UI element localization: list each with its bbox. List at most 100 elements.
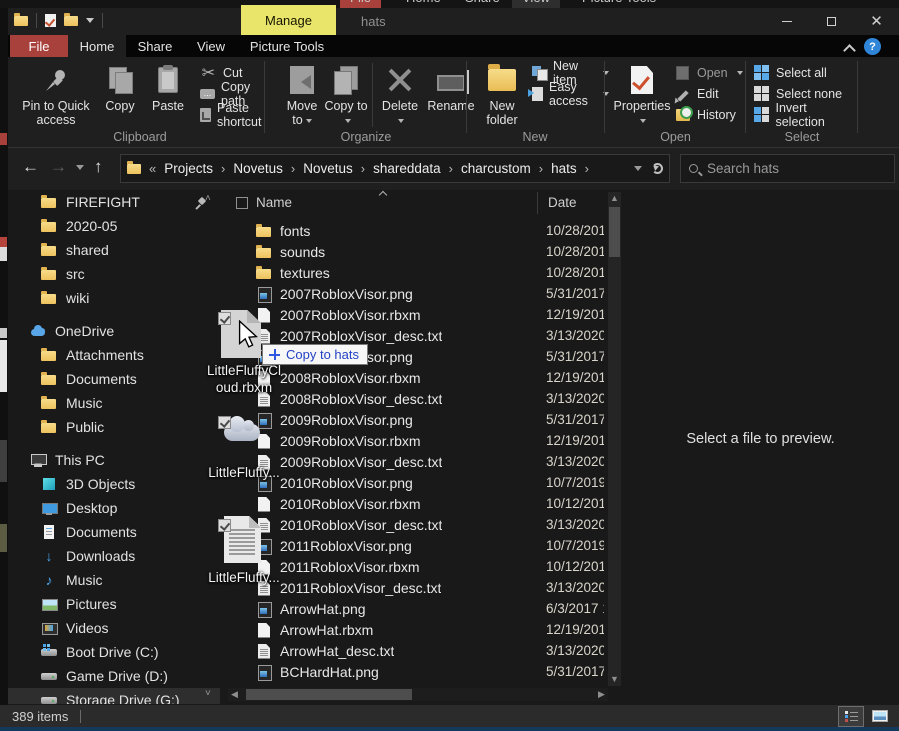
minimize-button[interactable]: [764, 8, 809, 35]
tab-manage[interactable]: Manage: [241, 5, 336, 35]
breadcrumb-segment[interactable]: charcustom: [461, 161, 531, 176]
easy-access-button[interactable]: Easy access: [532, 84, 609, 103]
edit-button[interactable]: Edit: [674, 84, 743, 103]
sidebar-item[interactable]: Storage Drive (G:): [8, 688, 220, 704]
breadcrumb-segment[interactable]: Novetus: [303, 161, 353, 176]
breadcrumb-segment[interactable]: Novetus: [233, 161, 283, 176]
select-all-button[interactable]: Select all: [753, 63, 857, 82]
file-date: 12/19/2018: [546, 622, 604, 637]
file-row[interactable]: BCHardHat.png 5/31/2017 7: [228, 661, 608, 682]
move-to-button[interactable]: Move to: [280, 61, 324, 127]
sidebar-item[interactable]: Boot Drive (C:): [8, 640, 220, 664]
maximize-button[interactable]: [809, 8, 854, 35]
sidebar-item-icon: [41, 596, 57, 612]
scroll-up-icon[interactable]: ▲: [608, 192, 621, 205]
horizontal-scrollbar[interactable]: ◀ ▶: [228, 688, 608, 701]
file-row[interactable]: fonts 10/28/2018: [228, 220, 608, 241]
scroll-down-icon[interactable]: ▼: [608, 673, 621, 686]
back-button[interactable]: ←: [22, 157, 39, 177]
file-row[interactable]: sounds 10/28/2018: [228, 241, 608, 262]
breadcrumb-segment[interactable]: shareddata: [373, 161, 441, 176]
file-date: 10/7/2019 3: [546, 538, 604, 553]
sidebar-item[interactable]: wiki: [8, 286, 220, 310]
tab-file[interactable]: File: [10, 35, 68, 57]
qat-dropdown-icon[interactable]: [86, 18, 94, 23]
file-list: fonts 10/28/2018 sounds 10/28/2018 textu…: [228, 220, 608, 686]
sidebar-item[interactable]: Downloads: [8, 544, 220, 568]
up-button[interactable]: ↑: [94, 157, 103, 177]
sidebar-item[interactable]: src: [8, 262, 220, 286]
address-dropdown-icon[interactable]: [634, 166, 642, 171]
close-button[interactable]: ✕: [854, 8, 899, 35]
sidebar-item[interactable]: FIREFIGHT: [8, 190, 220, 214]
sidebar-item[interactable]: Videos: [8, 616, 220, 640]
address-bar[interactable]: « Projects › Novetus › Novetus › sharedd…: [120, 154, 670, 183]
sidebar-item[interactable]: Pictures: [8, 592, 220, 616]
search-box[interactable]: [680, 154, 895, 183]
sidebar-scroll-up-icon[interactable]: ˄: [205, 193, 215, 203]
sidebar-item[interactable]: Desktop: [8, 496, 220, 520]
file-icon: [256, 286, 272, 302]
details-view-button[interactable]: [838, 706, 864, 727]
sidebar-item[interactable]: 2020-05: [8, 214, 220, 238]
sidebar-item[interactable]: Game Drive (D:): [8, 664, 220, 688]
file-row[interactable]: 2007RobloxVisor_desc.txt 3/13/2020 8: [228, 325, 608, 346]
horizontal-scrollbar-thumb[interactable]: [246, 689, 412, 700]
file-row[interactable]: 2009RobloxVisor.png 5/31/2017 7: [228, 409, 608, 430]
paste-button[interactable]: Paste: [144, 61, 192, 113]
open-button[interactable]: Open: [674, 63, 743, 82]
refresh-icon[interactable]: [652, 163, 663, 174]
sidebar-item[interactable]: Documents: [8, 520, 220, 544]
scroll-left-icon[interactable]: ◀: [228, 688, 241, 701]
collapse-ribbon-icon[interactable]: [845, 43, 854, 52]
sidebar-item-label: Game Drive (D:): [66, 668, 168, 684]
invert-selection-button[interactable]: Invert selection: [753, 105, 857, 124]
vertical-scrollbar[interactable]: ▲ ▼: [608, 192, 621, 686]
tab-home[interactable]: Home: [68, 35, 126, 57]
search-input[interactable]: [707, 161, 886, 176]
thumbnail-view-button[interactable]: [867, 706, 893, 727]
column-header-name[interactable]: Name: [256, 195, 292, 210]
recent-locations-icon[interactable]: [76, 165, 84, 170]
file-row[interactable]: textures 10/28/2018: [228, 262, 608, 283]
copy-to-button[interactable]: Copy to: [324, 61, 368, 127]
sidebar-item[interactable]: shared: [8, 238, 220, 262]
search-icon: [689, 164, 698, 173]
file-row[interactable]: ArrowHat.rbxm 12/19/2018: [228, 619, 608, 640]
sidebar-item[interactable]: OneDrive: [8, 319, 220, 343]
vertical-scrollbar-thumb[interactable]: [609, 207, 620, 257]
file-row[interactable]: 2010RobloxVisor_desc.txt 3/13/2020 8: [228, 514, 608, 535]
pin-to-quick-access-button[interactable]: Pin to Quick access: [16, 61, 96, 127]
file-name: ArrowHat.png: [280, 601, 366, 617]
delete-button[interactable]: Delete: [377, 61, 423, 127]
breadcrumb-overflow-icon[interactable]: «: [149, 161, 156, 176]
file-row[interactable]: ArrowHat.png 6/3/2017 11: [228, 598, 608, 619]
qat-new-folder-icon[interactable]: [64, 16, 78, 26]
copy-button[interactable]: Copy: [96, 61, 144, 113]
new-folder-button[interactable]: New folder: [476, 61, 528, 127]
properties-button[interactable]: Properties: [612, 61, 672, 127]
tab-picture-tools[interactable]: Picture Tools: [238, 35, 336, 57]
sidebar-item[interactable]: Public: [8, 415, 220, 439]
file-row[interactable]: 2010RobloxVisor.rbxm 10/12/2019: [228, 493, 608, 514]
tab-share[interactable]: Share: [126, 35, 184, 57]
scroll-right-icon[interactable]: ▶: [595, 688, 608, 701]
qat-properties-icon[interactable]: [45, 14, 56, 27]
forward-button[interactable]: →: [50, 157, 67, 177]
help-icon[interactable]: ?: [864, 38, 881, 55]
breadcrumb-segment[interactable]: Projects: [164, 161, 213, 176]
history-button[interactable]: History: [674, 105, 743, 124]
column-divider[interactable]: [537, 192, 538, 214]
file-row[interactable]: 2011RobloxVisor.png 10/7/2019 3: [228, 535, 608, 556]
paste-shortcut-button[interactable]: Paste shortcut: [200, 105, 267, 124]
qat-folder-icon[interactable]: [14, 16, 28, 26]
breadcrumb-segment[interactable]: hats: [551, 161, 577, 176]
file-row[interactable]: 2007RobloxVisor.rbxm 12/19/2018: [228, 304, 608, 325]
file-row[interactable]: ArrowHat_desc.txt 3/13/2020 8: [228, 640, 608, 661]
file-row[interactable]: 2009RobloxVisor.rbxm 12/19/2018: [228, 430, 608, 451]
file-row[interactable]: 2007RobloxVisor.png 5/31/2017 7: [228, 283, 608, 304]
tab-view[interactable]: View: [184, 35, 238, 57]
sidebar-scroll-down-icon[interactable]: ˅: [205, 688, 215, 698]
select-all-checkbox[interactable]: [236, 197, 248, 209]
column-header-date[interactable]: Date: [548, 195, 577, 210]
